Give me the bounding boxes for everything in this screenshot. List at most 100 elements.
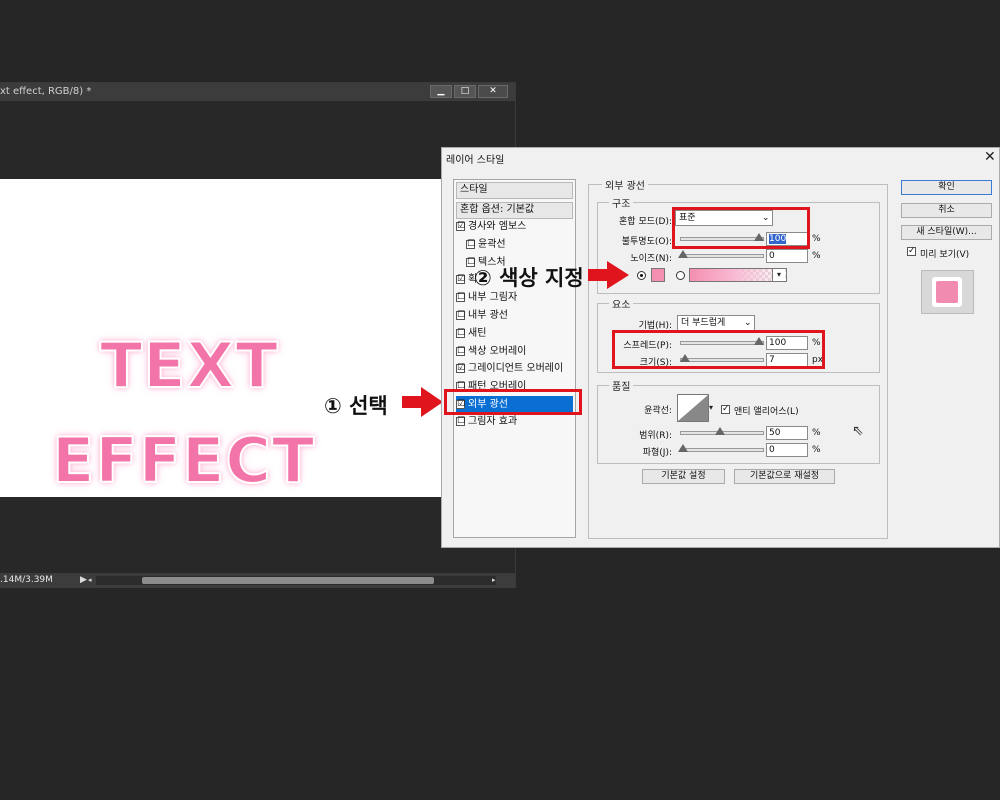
close-window-button[interactable]: ✕ [478, 85, 508, 98]
style-item-gradient-overlay[interactable]: ☑ 그레이디언트 오버레이 [456, 360, 573, 377]
contour-picker[interactable] [677, 394, 709, 422]
style-item-drop-shadow[interactable]: ☐ 그림자 효과 [456, 413, 573, 430]
arrow-step1-icon [421, 387, 443, 417]
pasteboard-top [0, 101, 515, 179]
arrow-step2-icon [607, 261, 629, 289]
quality-title: 품질 [609, 378, 634, 393]
styles-header[interactable]: 스타일 [456, 182, 573, 199]
scroll-left-icon[interactable]: ◂ [88, 573, 92, 588]
style-item-bevel[interactable]: ☑ 경사와 엠보스 [456, 218, 573, 235]
checkbox-stroke[interactable]: ☑ [456, 274, 465, 284]
checkbox-gradient-overlay[interactable]: ☑ [456, 363, 465, 373]
style-item-label: 내부 광선 [468, 310, 508, 321]
style-item-label: 경사와 엠보스 [468, 221, 527, 232]
style-item-label: 내부 그림자 [468, 292, 518, 303]
document-title: xt effect, RGB/8) * [0, 86, 92, 97]
opacity-unit: % [812, 234, 821, 244]
document-titlebar: xt effect, RGB/8) * ▁ □ ✕ [0, 83, 515, 101]
structure-title: 구조 [609, 195, 634, 210]
technique-value: 더 부드럽게 [681, 318, 726, 328]
style-item-inner-glow[interactable]: ☐ 내부 광선 [456, 307, 573, 324]
jitter-input[interactable]: 0 [766, 443, 808, 457]
preview-checkbox[interactable]: ✓ [907, 246, 919, 257]
style-item-label: 그레이디언트 오버레이 [468, 363, 564, 374]
range-unit: % [812, 428, 821, 438]
anti-alias-checkbox[interactable]: ✓ [721, 404, 733, 415]
maximize-button[interactable]: □ [454, 85, 476, 98]
blend-mode-label: 혼합 모드(D): [619, 217, 672, 227]
styles-list: 스타일 혼합 옵션: 기본값 ☑ 경사와 엠보스 ☐ 윤곽선 ☐ 텍스처 ☑ 획 ☐ 내부… [453, 179, 576, 538]
style-item-label: 새틴 [468, 328, 487, 339]
anti-alias-label: 앤티 앨리어스(L) [734, 407, 799, 417]
reset-default-button[interactable]: 기본값으로 재설정 [734, 469, 835, 484]
noise-slider[interactable] [680, 254, 764, 258]
annotation-step2: ② 색상 지정 [474, 266, 584, 290]
horizontal-scrollbar[interactable] [96, 576, 496, 585]
arrow-step2-body [588, 269, 608, 281]
preview-swatch [936, 281, 958, 303]
checkbox-inner-shadow[interactable]: ☐ [456, 292, 465, 302]
opacity-label: 불투명도(O): [621, 237, 672, 247]
scrollbar-thumb[interactable] [142, 577, 434, 584]
range-input[interactable]: 50 [766, 426, 808, 440]
checkbox-contour[interactable]: ☐ [466, 239, 475, 249]
cancel-button[interactable]: 취소 [901, 203, 992, 218]
style-item-color-overlay[interactable]: ☐ 색상 오버레이 [456, 343, 573, 360]
gradient-dropdown-icon[interactable]: ▾ [772, 269, 785, 281]
checkbox-drop-shadow[interactable]: ☐ [456, 416, 465, 426]
style-item-contour[interactable]: ☐ 윤곽선 [466, 236, 583, 253]
blend-options-item[interactable]: 혼합 옵션: 기본값 [456, 202, 573, 219]
gradient-radio[interactable] [676, 271, 685, 280]
status-menu-arrow-icon[interactable]: ▶ [80, 573, 87, 588]
noise-input[interactable]: 0 [766, 249, 808, 263]
mouse-cursor-icon: ⇖ [852, 423, 864, 439]
contour-curve-icon [678, 395, 708, 421]
range-label: 범위(R): [639, 431, 672, 441]
range-slider-thumb[interactable] [715, 427, 725, 435]
annotation-step1: ① 선택 [324, 394, 388, 418]
dialog-close-icon[interactable]: ✕ [984, 149, 996, 165]
image-canvas[interactable]: TEXT EFFECT [0, 179, 441, 498]
style-item-label: 윤곽선 [478, 239, 506, 250]
style-item-label: 색상 오버레이 [468, 346, 527, 357]
make-default-button[interactable]: 기본값 설정 [642, 469, 725, 484]
jitter-unit: % [812, 445, 821, 455]
jitter-label: 파형(J): [642, 448, 672, 458]
pasteboard-bottom [0, 497, 515, 573]
document-size-readout: .14M/3.39M [0, 575, 53, 585]
ok-button[interactable]: 확인 [901, 180, 992, 195]
contour-dropdown-icon[interactable]: ▾ [709, 403, 713, 412]
minimize-button[interactable]: ▁ [430, 85, 452, 98]
noise-unit: % [812, 251, 821, 261]
canvas-text-line2: EFFECT [51, 423, 316, 498]
document-window: xt effect, RGB/8) * ▁ □ ✕ TEXT EFFECT .1… [0, 82, 516, 588]
glow-color-swatch[interactable] [651, 268, 665, 282]
contour-label: 윤곽선: [644, 406, 672, 416]
highlight-outer-glow-item [444, 389, 582, 415]
scroll-right-icon[interactable]: ▸ [492, 573, 496, 588]
dialog-title: 레이어 스타일 [446, 155, 505, 166]
style-item-satin[interactable]: ☐ 새틴 [456, 325, 573, 342]
highlight-spread-size [612, 330, 825, 369]
arrow-step1-body [402, 396, 422, 408]
style-item-label: 그림자 효과 [468, 416, 518, 427]
checkbox-satin[interactable]: ☐ [456, 328, 465, 338]
checkbox-color-overlay[interactable]: ☐ [456, 346, 465, 356]
highlight-blend-opacity [672, 207, 810, 249]
jitter-slider[interactable] [680, 448, 764, 452]
chevron-down-icon: ⌄ [744, 318, 752, 328]
checkbox-inner-glow[interactable]: ☐ [456, 310, 465, 320]
technique-select[interactable]: 더 부드럽게 ⌄ [677, 315, 755, 331]
canvas-text-line1: TEXT [99, 328, 279, 403]
preview-label: 미리 보기(V) [920, 250, 970, 260]
noise-slider-thumb[interactable] [678, 250, 688, 258]
solid-color-radio[interactable] [637, 271, 646, 280]
elements-title: 요소 [609, 296, 634, 311]
preview-thumbnail [921, 270, 974, 314]
glow-gradient-picker[interactable]: ▾ [689, 268, 787, 282]
jitter-slider-thumb[interactable] [678, 444, 688, 452]
status-bar: .14M/3.39M ▶ ◂ ▸ [0, 573, 515, 588]
outer-glow-title: 외부 광선 [602, 177, 648, 192]
new-style-button[interactable]: 새 스타일(W)... [901, 225, 992, 240]
checkbox-bevel[interactable]: ☑ [456, 221, 465, 231]
